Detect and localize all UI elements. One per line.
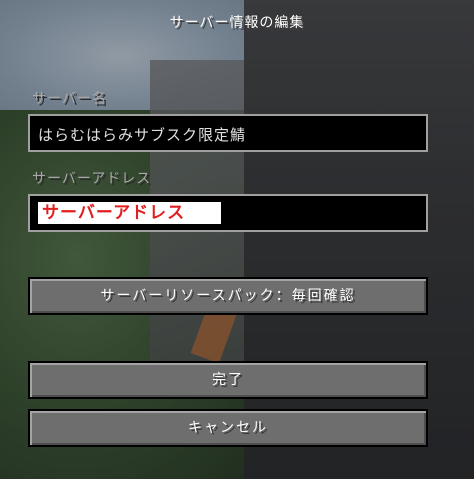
server-address-label: サーバーアドレス [32, 171, 152, 187]
cancel-button[interactable]: キャンセル [28, 409, 428, 447]
screen-title: サーバー情報の編集 [169, 15, 305, 31]
server-name-input[interactable]: はらむはらみサブスク限定鯖 [28, 114, 428, 152]
server-address-input[interactable]: サーバーアドレス [28, 194, 428, 232]
server-address-value: サーバーアドレス [38, 202, 222, 224]
done-button[interactable]: 完了 [28, 361, 428, 399]
edit-server-screen: サーバー情報の編集 サーバー名 はらむはらみサブスク限定鯖 サーバーアドレス サ… [0, 0, 474, 479]
resource-pack-button[interactable]: サーバーリソースパック：毎回確認 [28, 277, 428, 315]
server-name-value: はらむはらみサブスク限定鯖 [38, 126, 247, 144]
server-name-label: サーバー名 [32, 91, 107, 107]
